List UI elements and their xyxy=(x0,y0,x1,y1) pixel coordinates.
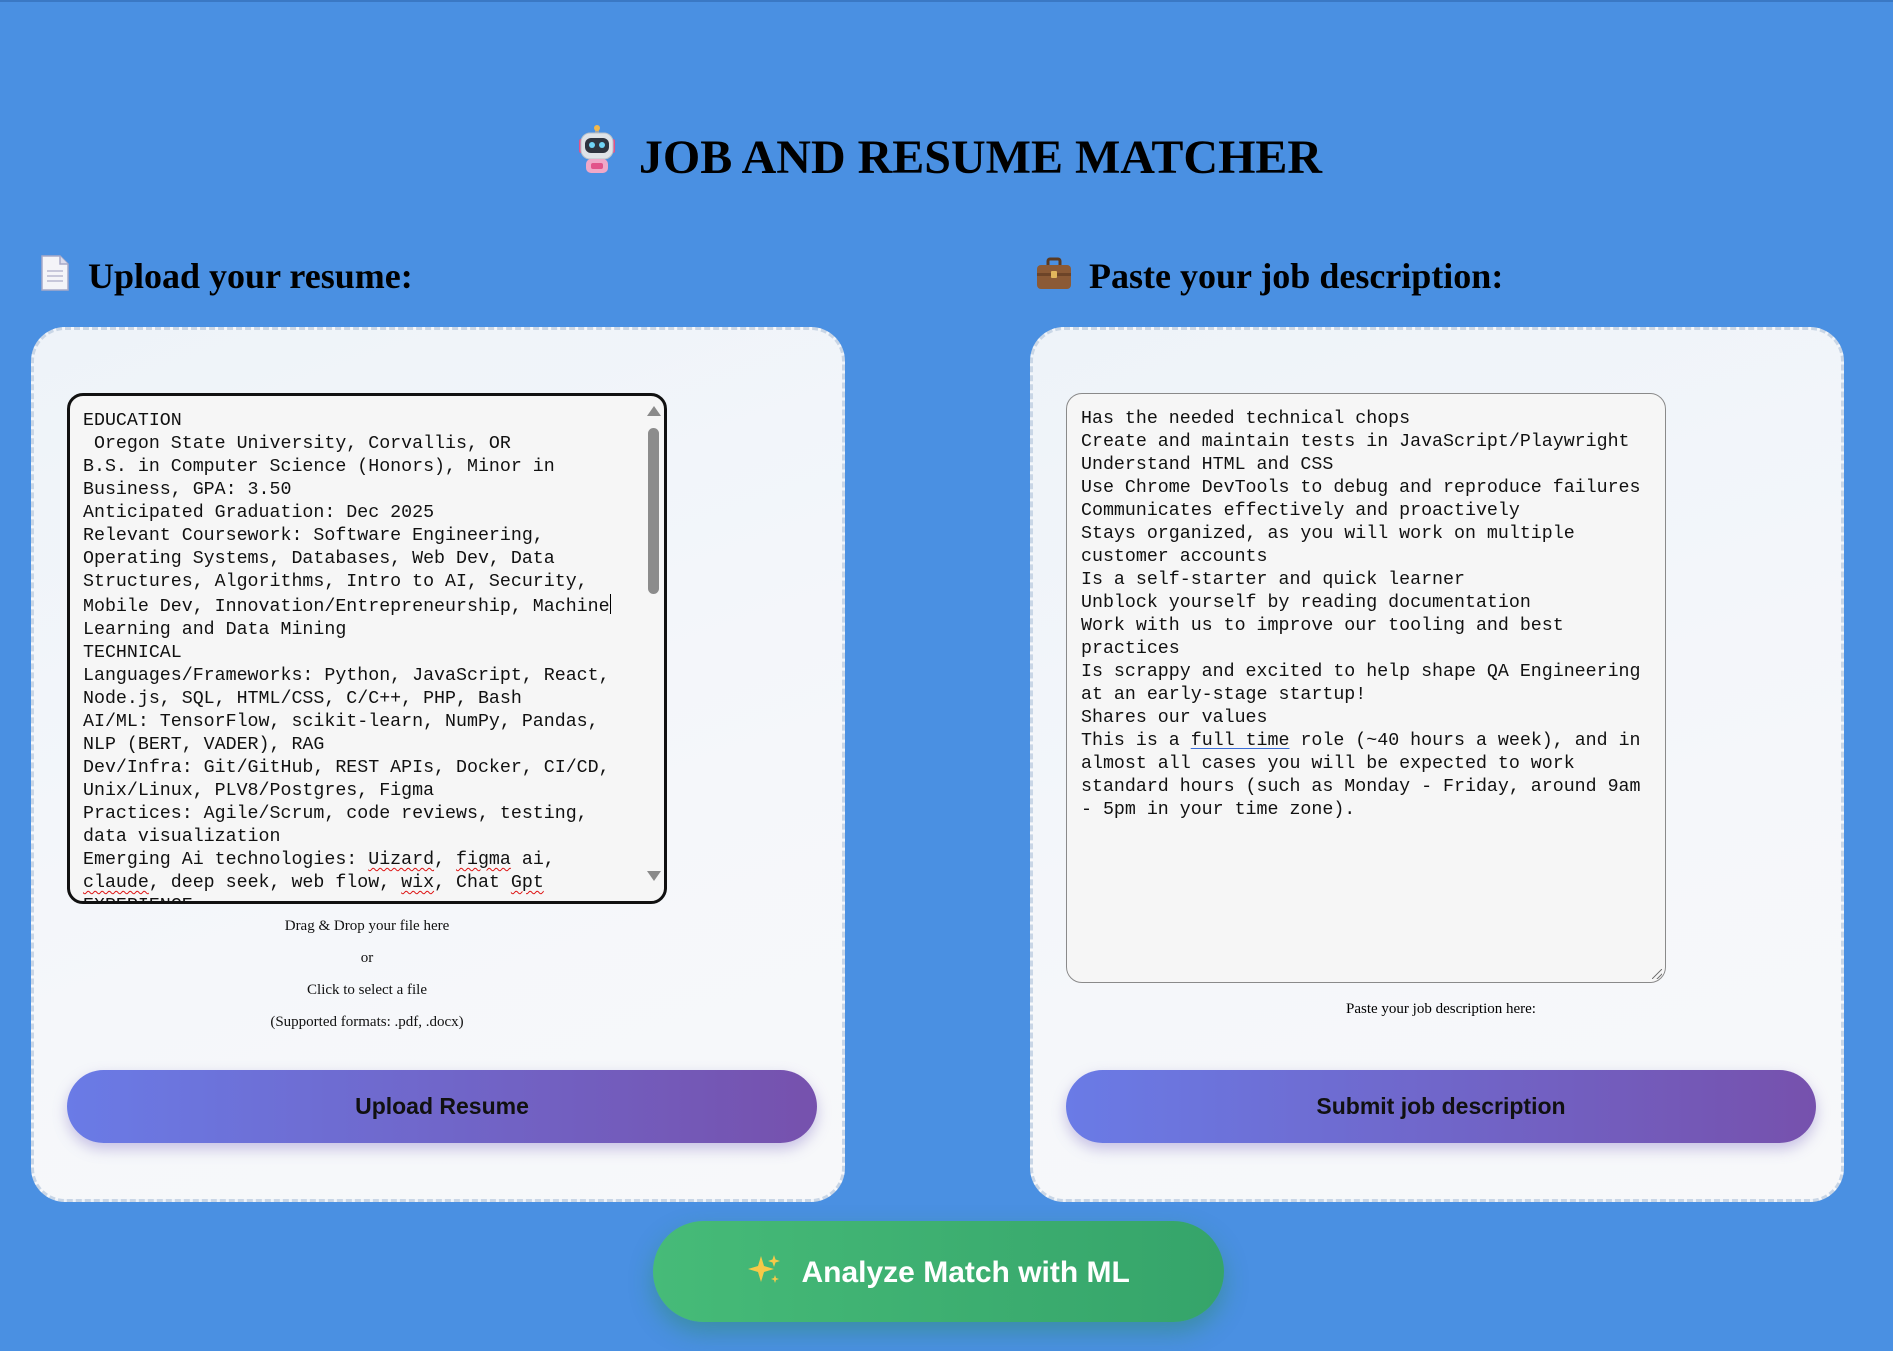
scroll-up-arrow-icon[interactable] xyxy=(647,406,661,416)
resume-textarea[interactable]: EDUCATION Oregon State University, Corva… xyxy=(67,393,667,904)
analyze-match-button[interactable]: Analyze Match with ML xyxy=(653,1221,1224,1322)
page-title-text: JOB AND RESUME MATCHER xyxy=(638,131,1323,184)
resume-text-content: EDUCATION Oregon State University, Corva… xyxy=(83,411,611,901)
text-cursor xyxy=(609,594,611,614)
or-text: or xyxy=(360,950,374,966)
drag-drop-text: Drag & Drop your file here xyxy=(284,918,450,934)
job-description-text-content: Has the needed technical chops Create an… xyxy=(1081,409,1641,820)
supported-formats-text: (Supported formats: .pdf, .docx) xyxy=(270,1014,464,1030)
job-description-caption: Paste your job description here: xyxy=(1346,1001,1536,1017)
resume-section-heading: Upload your resume: xyxy=(38,248,413,308)
robot-icon xyxy=(571,125,623,198)
page-title: JOB AND RESUME MATCHER xyxy=(0,122,1893,198)
resume-section-heading-text: Upload your resume: xyxy=(88,256,413,296)
submit-job-description-button[interactable]: Submit job description xyxy=(1066,1070,1816,1143)
window-top-edge xyxy=(0,0,1893,2)
upload-resume-button[interactable]: Upload Resume xyxy=(67,1070,817,1143)
briefcase-icon xyxy=(1035,252,1073,308)
scroll-thumb[interactable] xyxy=(648,428,659,594)
click-to-select-link[interactable]: Click to select a file xyxy=(67,980,667,1000)
job-section-heading: Paste your job description: xyxy=(1035,248,1503,308)
sparkles-icon xyxy=(747,1255,789,1289)
analyze-match-label: Analyze Match with ML xyxy=(801,1256,1130,1289)
resume-scrollbar[interactable] xyxy=(645,406,661,886)
job-description-panel: Has the needed technical chops Create an… xyxy=(1030,327,1844,1202)
job-description-textarea[interactable]: Has the needed technical chops Create an… xyxy=(1066,393,1666,983)
resize-handle-icon[interactable] xyxy=(1652,969,1662,979)
job-section-heading-text: Paste your job description: xyxy=(1089,256,1504,296)
scroll-down-arrow-icon[interactable] xyxy=(647,871,661,881)
page-document-icon xyxy=(38,252,72,308)
resume-upload-panel[interactable]: EDUCATION Oregon State University, Corva… xyxy=(31,327,845,1202)
